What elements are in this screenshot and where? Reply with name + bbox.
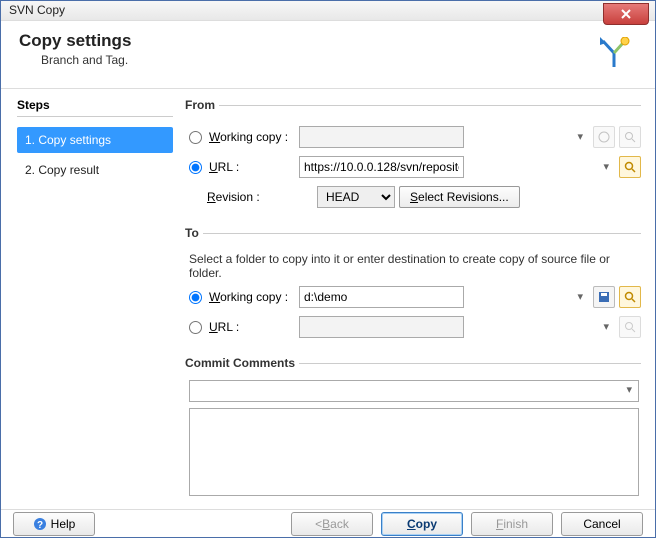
save-icon — [598, 291, 610, 303]
search-icon — [624, 291, 636, 303]
help-icon: ? — [33, 517, 47, 531]
to-url-browse-button — [619, 316, 641, 338]
window-title: SVN Copy — [9, 3, 65, 17]
from-legend: From — [181, 98, 219, 112]
to-working-copy-input[interactable] — [299, 286, 464, 308]
browse-icon — [624, 131, 636, 143]
history-icon — [598, 131, 610, 143]
from-url-radio[interactable] — [189, 161, 202, 174]
page-title: Copy settings — [19, 31, 131, 51]
from-working-copy-label[interactable]: Working copy : — [209, 130, 288, 144]
page-subtitle: Branch and Tag. — [41, 53, 131, 67]
from-group: From Working copy : URL : — [181, 98, 641, 216]
svg-text:?: ? — [37, 520, 43, 531]
search-icon — [624, 161, 636, 173]
from-url-label[interactable]: URL : — [209, 160, 239, 174]
to-working-copy-radio[interactable] — [189, 291, 202, 304]
dialog-header: Copy settings Branch and Tag. — [1, 21, 655, 88]
help-button[interactable]: ? Help — [13, 512, 95, 536]
commit-legend: Commit Comments — [181, 356, 299, 370]
close-icon — [621, 9, 631, 19]
step-item-copy-result[interactable]: 2. Copy result — [17, 157, 173, 183]
from-wc-history-button — [593, 126, 615, 148]
comment-history-dropdown[interactable] — [189, 380, 639, 402]
svn-copy-dialog: SVN Copy Copy settings Branch and Tag. S… — [0, 0, 656, 538]
to-wc-save-button[interactable] — [593, 286, 615, 308]
to-url-label[interactable]: URL : — [209, 320, 239, 334]
from-working-copy-radio[interactable] — [189, 131, 202, 144]
finish-button: Finish — [471, 512, 553, 536]
to-wc-browse-button[interactable] — [619, 286, 641, 308]
step-item-copy-settings[interactable]: 1. Copy settings — [17, 127, 173, 153]
commit-comments-group: Commit Comments — [181, 356, 641, 499]
close-button[interactable] — [603, 3, 649, 25]
cancel-button[interactable]: Cancel — [561, 512, 643, 536]
copy-button[interactable]: Copy — [381, 512, 463, 536]
steps-heading: Steps — [17, 98, 173, 112]
commit-comments-textarea[interactable] — [189, 408, 639, 496]
to-group: To Select a folder to copy into it or en… — [181, 226, 641, 346]
to-url-radio[interactable] — [189, 321, 202, 334]
from-url-browse-button[interactable] — [619, 156, 641, 178]
content-panel: From Working copy : URL : — [181, 88, 655, 509]
branch-icon — [597, 37, 631, 74]
title-bar: SVN Copy — [1, 1, 655, 21]
to-working-copy-label[interactable]: Working copy : — [209, 290, 288, 304]
to-url-input — [299, 316, 464, 338]
dialog-footer: ? Help < Back Copy Finish Cancel — [1, 509, 655, 537]
revision-label: Revision : — [207, 190, 260, 204]
back-button: < Back — [291, 512, 373, 536]
from-working-copy-input — [299, 126, 464, 148]
search-icon — [624, 321, 636, 333]
revision-select[interactable]: HEAD — [317, 186, 395, 208]
to-hint: Select a folder to copy into it or enter… — [189, 252, 641, 280]
from-url-input[interactable] — [299, 156, 464, 178]
from-wc-browse-button — [619, 126, 641, 148]
steps-sidebar: Steps 1. Copy settings 2. Copy result — [1, 88, 181, 509]
select-revisions-button[interactable]: Select Revisions... — [399, 186, 520, 208]
to-legend: To — [181, 226, 203, 240]
